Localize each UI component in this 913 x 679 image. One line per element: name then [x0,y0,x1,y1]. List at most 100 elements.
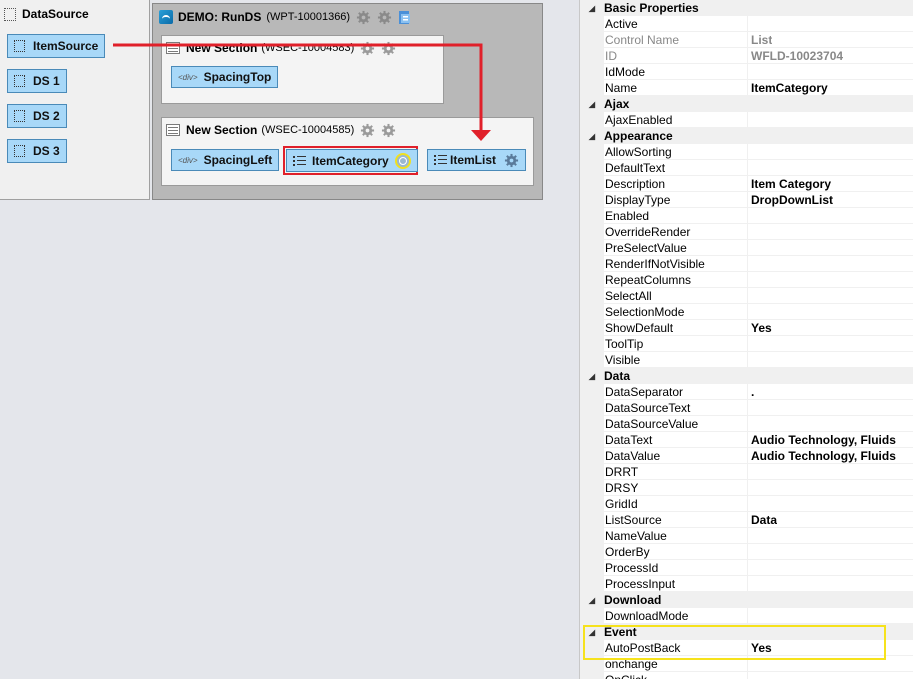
property-category-label: Data [604,369,631,383]
property-category[interactable]: ◢ Download [580,592,913,608]
property-value[interactable]: Data [748,512,777,528]
property-row[interactable]: DataValue Audio Technology, Fluids [580,447,913,464]
property-row[interactable]: OverrideRender [580,223,913,240]
property-category[interactable]: ◢ Ajax [580,96,913,112]
collapse-triangle-icon[interactable]: ◢ [580,596,604,605]
property-gutter [580,399,604,416]
property-value[interactable] [748,672,751,679]
property-category-label: Ajax [604,97,630,111]
property-value[interactable] [748,576,751,592]
property-row[interactable]: DataSourceText [580,399,913,416]
property-value[interactable]: WFLD-10023704 [748,48,843,64]
property-value[interactable]: List [748,32,772,48]
property-value[interactable] [748,16,751,32]
property-row[interactable]: DRRT [580,463,913,480]
property-category[interactable]: ◢ Data [580,368,913,384]
property-row[interactable]: DefaultText [580,159,913,176]
property-value[interactable] [748,304,751,320]
property-value[interactable] [748,544,751,560]
property-value[interactable] [748,528,751,544]
property-grid[interactable]: ◢ Basic Properties Active Control Name List I… [579,0,913,679]
property-row[interactable]: ListSource Data [580,511,913,528]
property-row[interactable]: SelectionMode [580,303,913,320]
property-value[interactable] [748,352,751,368]
property-row[interactable]: Active [580,15,913,32]
property-row[interactable]: ID WFLD-10023704 [580,47,913,64]
property-value[interactable] [748,336,751,352]
property-value[interactable] [748,464,751,480]
property-row[interactable]: Control Name List [580,31,913,48]
property-value[interactable] [748,480,751,496]
property-row[interactable]: ToolTip [580,335,913,352]
property-row[interactable]: DRSY [580,479,913,496]
property-row[interactable]: Description Item Category [580,175,913,192]
property-row[interactable]: ShowDefault Yes [580,319,913,336]
property-gutter [580,671,604,679]
property-value[interactable] [748,224,751,240]
property-gutter [580,111,604,128]
property-value[interactable] [748,64,751,80]
property-row[interactable]: IdMode [580,63,913,80]
collapse-triangle-icon[interactable]: ◢ [580,4,604,13]
property-row[interactable]: Enabled [580,207,913,224]
property-row[interactable]: DataSeparator. [580,383,913,400]
property-value[interactable] [748,144,751,160]
property-value[interactable] [748,496,751,512]
property-value[interactable] [748,160,751,176]
property-value[interactable]: Audio Technology, Fluids [748,432,896,448]
property-name: Control Name [604,31,748,48]
property-row[interactable]: RenderIfNotVisible [580,255,913,272]
property-value[interactable]: Audio Technology, Fluids [748,448,896,464]
property-value[interactable] [748,400,751,416]
property-gutter [580,63,604,80]
property-row[interactable]: SelectAll [580,287,913,304]
property-gutter [580,47,604,64]
collapse-triangle-icon[interactable]: ◢ [580,100,604,109]
property-value[interactable] [748,272,751,288]
property-gutter [580,207,604,224]
collapse-triangle-icon[interactable]: ◢ [580,372,604,381]
property-row[interactable]: GridId [580,495,913,512]
property-gutter [580,191,604,208]
property-row[interactable]: OrderBy [580,543,913,560]
property-value[interactable] [748,560,751,576]
property-row[interactable]: DataText Audio Technology, Fluids [580,431,913,448]
property-row[interactable]: NameValue [580,527,913,544]
property-gutter [580,223,604,240]
property-row[interactable]: DataSourceValue [580,415,913,432]
property-row[interactable]: Name ItemCategory [580,79,913,96]
property-value[interactable]: Yes [748,320,772,336]
property-value[interactable]: Item Category [748,176,831,192]
property-gutter [580,575,604,592]
property-row[interactable]: ProcessInput [580,575,913,592]
property-value[interactable]: . [748,384,754,400]
property-row[interactable]: PreSelectValue [580,239,913,256]
property-row[interactable]: Visible [580,351,913,368]
property-name: AjaxEnabled [604,111,748,128]
property-value[interactable] [748,416,751,432]
property-value[interactable]: ItemCategory [748,80,828,96]
property-gutter [580,143,604,160]
property-value[interactable]: DropDownList [748,192,833,208]
property-value[interactable] [748,288,751,304]
property-value[interactable] [748,112,751,128]
property-value[interactable] [748,208,751,224]
property-row[interactable]: DownloadMode [580,607,913,624]
property-row[interactable]: ProcessId [580,559,913,576]
property-row[interactable]: AjaxEnabled [580,111,913,128]
property-row[interactable]: DisplayType DropDownList [580,191,913,208]
property-row[interactable]: OnClick [580,671,913,679]
property-gutter [580,319,604,336]
collapse-triangle-icon[interactable]: ◢ [580,132,604,141]
property-row[interactable]: RepeatColumns [580,271,913,288]
property-value[interactable] [748,256,751,272]
property-gutter [580,479,604,496]
property-name: OverrideRender [604,223,748,240]
property-category[interactable]: ◢ Appearance [580,128,913,144]
property-category[interactable]: ◢ Basic Properties [580,0,913,16]
property-gutter [580,159,604,176]
property-category-label: Appearance [604,129,673,143]
property-value[interactable] [748,240,751,256]
property-value[interactable] [748,608,751,624]
property-row[interactable]: AllowSorting [580,143,913,160]
